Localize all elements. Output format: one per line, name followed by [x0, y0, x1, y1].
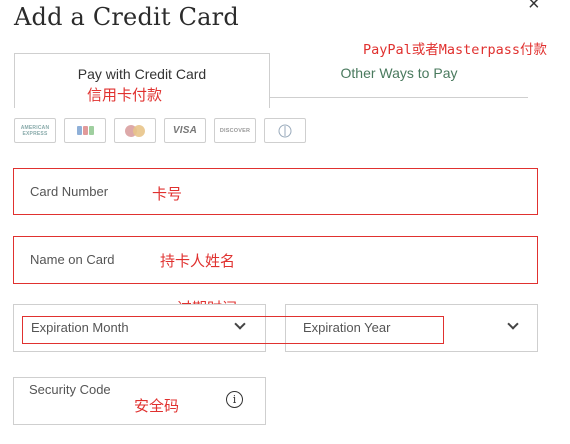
- discover-text: DISCOVER: [219, 127, 251, 134]
- tab-other-ways-to-pay[interactable]: Other Ways to Pay: [270, 65, 528, 81]
- mastercard-icon: [114, 118, 156, 143]
- card-number-label: Card Number: [30, 184, 109, 199]
- annotation-credit-card: 信用卡付款: [87, 86, 163, 104]
- tabs-divider: [269, 97, 528, 98]
- diners-club-icon: [264, 118, 306, 143]
- card-brand-list: AMERICAN EXPRESS VISA DISCOVER: [14, 118, 306, 143]
- annotation-name-on-card: 持卡人姓名: [160, 252, 236, 270]
- discover-icon: DISCOVER: [214, 118, 256, 143]
- annotation-security-code: 安全码: [134, 397, 180, 415]
- jcb-icon: [64, 118, 106, 143]
- security-code-label: Security Code: [29, 382, 111, 397]
- amex-icon: AMERICAN EXPRESS: [14, 118, 56, 143]
- annotation-other-ways: PayPal或者Masterpass付款: [363, 42, 548, 58]
- visa-text: VISA: [172, 125, 198, 136]
- info-icon[interactable]: i: [226, 391, 243, 408]
- close-icon[interactable]: ×: [528, 0, 540, 14]
- name-on-card-label: Name on Card: [30, 252, 115, 267]
- amex-text: AMERICAN EXPRESS: [20, 124, 50, 137]
- visa-icon: VISA: [164, 118, 206, 143]
- expiration-highlight: [22, 316, 444, 344]
- tab-label: Pay with Credit Card: [77, 66, 207, 82]
- annotation-card-number: 卡号: [152, 185, 183, 203]
- dialog-title: Add a Credit Card: [14, 3, 239, 31]
